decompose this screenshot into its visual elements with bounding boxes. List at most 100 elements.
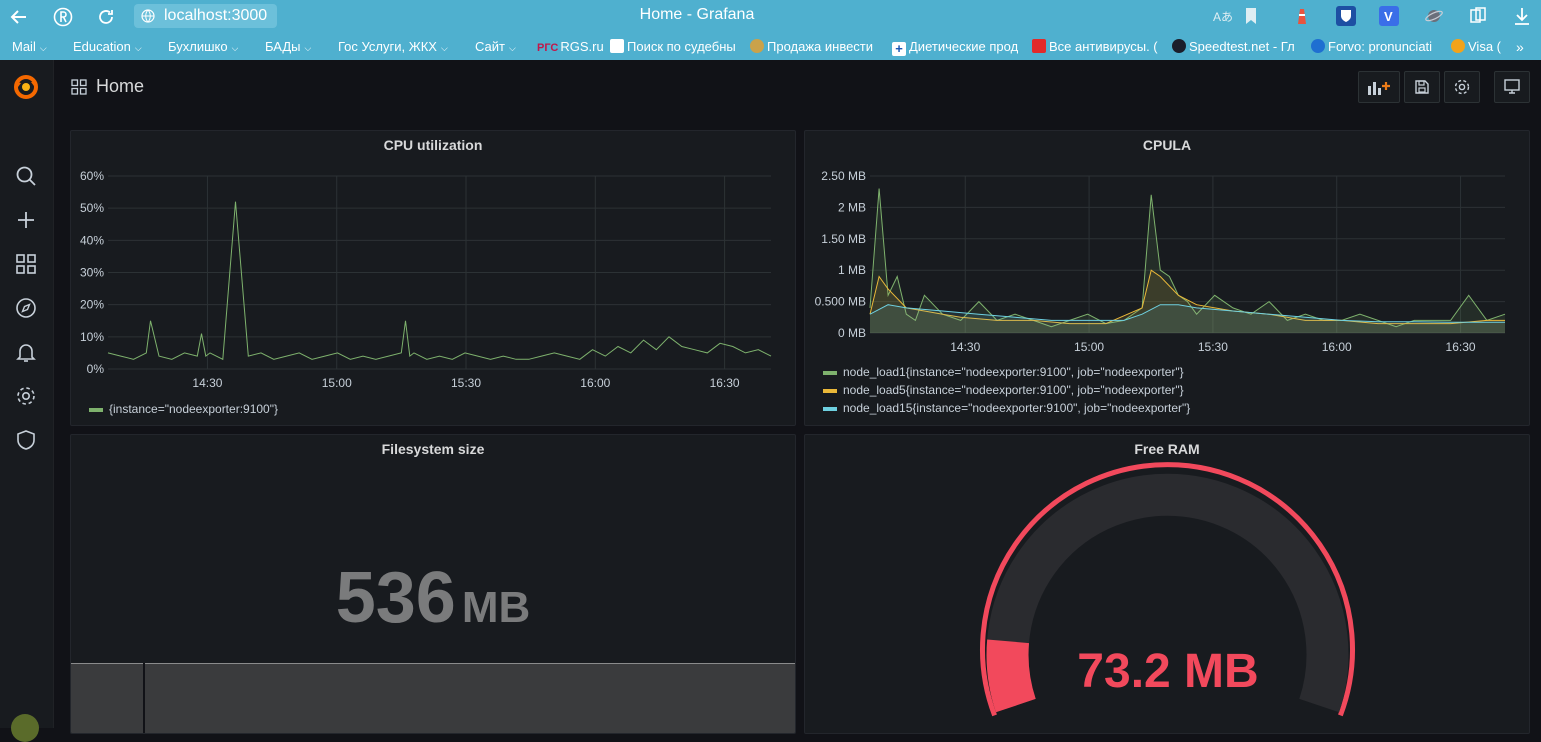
bookmark-label: Mail (12, 39, 36, 54)
bookmark-court-search[interactable]: Поиск по судебны (610, 34, 750, 60)
x-tick-label: 15:30 (451, 376, 481, 390)
y-tick-label: 60% (80, 169, 104, 183)
bookmark-label: Продажа инвести (767, 39, 874, 54)
translate-icon[interactable]: Aあ (1212, 6, 1233, 26)
svg-text:Aあ: Aあ (1213, 10, 1232, 24)
grafana-logo-icon[interactable] (11, 72, 41, 102)
bookmark-folder-education[interactable]: Education ⌵ (73, 34, 142, 60)
legend-label: node_load5{instance="nodeexporter:9100",… (843, 383, 1184, 397)
page-title[interactable]: Home (96, 76, 144, 97)
bookmark-antivirus[interactable]: Все антивирусы. ( (1032, 34, 1164, 60)
collections-icon[interactable] (1468, 6, 1488, 26)
dashboard-header: Home (54, 60, 1541, 118)
y-tick-label: 20% (80, 298, 104, 312)
cpu-utilization-chart: 0% 10% 20% 30% 40% 50% 60% 14:30 15:00 15:30 16:00… (80, 169, 772, 416)
legend-label: {instance="nodeexporter:9100"} (109, 402, 278, 416)
add-panel-button[interactable] (1358, 71, 1400, 103)
user-avatar[interactable] (11, 714, 39, 742)
x-tick-label: 15:00 (322, 376, 352, 390)
speedometer-icon (1172, 39, 1186, 53)
configuration-gear-icon[interactable] (11, 381, 41, 411)
x-tick-label: 15:30 (1198, 340, 1228, 354)
sparkline-gap (143, 663, 145, 733)
x-tick-label: 14:30 (192, 376, 222, 390)
visa-icon (1451, 39, 1465, 53)
bookmark-rgs[interactable]: РГС RGS.ru (537, 34, 604, 60)
stat-value: 536 MB (71, 557, 795, 639)
y-tick-label: 40% (80, 233, 104, 247)
panel-cpu-utilization[interactable]: CPU utilization 0% 10% 20% 30% 40% 50% 60% 14:3… (70, 130, 796, 426)
panel-cpula[interactable]: CPULA 0 MB 0.500 MB 1 MB 1.50 MB 2 MB 2.50 MB… (804, 130, 1530, 426)
legend-label: node_load15{instance="nodeexporter:9100"… (843, 401, 1190, 415)
create-plus-icon[interactable] (11, 205, 41, 235)
stat-number: 536 (335, 558, 456, 638)
bookmark-folder-gosuslugi[interactable]: Гос Услуги, ЖКХ ⌵ (338, 34, 448, 60)
y-tick-label: 0% (87, 362, 105, 376)
save-dashboard-button[interactable] (1404, 71, 1440, 103)
gauge-value: 73.2 MB (1077, 645, 1258, 698)
x-tick-label: 16:00 (580, 376, 610, 390)
bookmark-label: Бухлишко (168, 39, 228, 54)
scales-icon (610, 39, 624, 53)
sidemenu (0, 60, 54, 742)
legend-swatch (823, 371, 837, 375)
bookmark-label: Диетические прод (909, 39, 1019, 54)
bookmark-label: Speedtest.net - Гл (1189, 39, 1295, 54)
stat-unit: MB (461, 583, 531, 632)
window-title: Home - Grafana (639, 6, 755, 23)
y-tick-label: 2.50 MB (821, 169, 866, 183)
more-bookmarks-icon[interactable]: » (1516, 34, 1524, 60)
bitwarden-extension-icon[interactable] (1336, 6, 1356, 26)
chevron-down-icon: ⌵ (231, 43, 239, 53)
bookmark-folder-sait[interactable]: Сайт ⌵ (475, 34, 516, 60)
panel-title[interactable]: Filesystem size (71, 441, 795, 457)
lighthouse-extension-icon[interactable] (1292, 6, 1312, 26)
x-tick-label: 14:30 (950, 340, 980, 354)
coin-icon (750, 39, 764, 53)
server-admin-shield-icon[interactable] (11, 425, 41, 455)
y-tick-label: 30% (80, 266, 104, 280)
bookmark-label: Сайт (475, 39, 505, 54)
y-tick-label: 50% (80, 201, 104, 215)
rgs-logo-icon: РГС (537, 42, 559, 54)
search-icon[interactable] (11, 161, 41, 191)
y-tick-label: 10% (80, 330, 104, 344)
y-tick-label: 2 MB (838, 200, 866, 214)
download-icon[interactable] (1512, 6, 1532, 26)
legend-swatch (823, 407, 837, 411)
svg-text:V: V (1384, 9, 1393, 24)
x-tick-label: 16:00 (1322, 340, 1352, 354)
x-tick-label: 15:00 (1074, 340, 1104, 354)
bookmark-forvo[interactable]: Forvo: pronunciati (1311, 34, 1443, 60)
dashboard-settings-button[interactable] (1444, 71, 1480, 103)
bookmark-folder-buhlishko[interactable]: Бухлишко ⌵ (168, 34, 238, 60)
bookmark-label: БАДы (265, 39, 301, 54)
chevron-down-icon: ⌵ (134, 43, 142, 53)
cpula-chart: 0 MB 0.500 MB 1 MB 1.50 MB 2 MB 2.50 MB 14:30 1… (815, 169, 1506, 415)
chevron-down-icon: ⌵ (304, 43, 312, 53)
bookmark-label: Visa ( (1468, 39, 1501, 54)
bookmark-visa[interactable]: Visa ( (1451, 34, 1507, 60)
free-ram-gauge: 73.2 MB (980, 462, 1355, 717)
bookmark-folder-bady[interactable]: БАДы ⌵ (265, 34, 311, 60)
dashboards-grid-icon[interactable] (11, 249, 41, 279)
bookmark-speedtest[interactable]: Speedtest.net - Гл (1172, 34, 1304, 60)
bookmark-diet[interactable]: + Диетические прод (892, 34, 1026, 60)
legend-swatch (89, 408, 103, 412)
alerting-bell-icon[interactable] (11, 337, 41, 367)
bookmark-investments[interactable]: Продажа инвести (750, 34, 886, 60)
gauge-value-arc (986, 639, 1036, 713)
panel-filesystem-size[interactable]: Filesystem size 536 MB (70, 434, 796, 734)
bookmark-icon[interactable] (1241, 6, 1261, 26)
chevron-down-icon: ⌵ (508, 43, 516, 53)
planet-extension-icon[interactable] (1424, 6, 1444, 26)
bookmark-folder-mail[interactable]: Mail ⌵ (12, 34, 47, 60)
bookmarks-bar: Mail ⌵ Education ⌵ Бухлишко ⌵ БАДы ⌵ Гос Усл… (0, 34, 1541, 60)
panel-free-ram[interactable]: Free RAM 73.2 MB (804, 434, 1530, 734)
bookmark-label: Гос Услуги, ЖКХ (338, 39, 437, 54)
bookmark-label: Education (73, 39, 131, 54)
cycle-view-mode-button[interactable] (1494, 71, 1530, 103)
v-extension-icon[interactable]: V (1379, 6, 1399, 26)
explore-compass-icon[interactable] (11, 293, 41, 323)
chevron-down-icon: ⌵ (39, 43, 47, 53)
